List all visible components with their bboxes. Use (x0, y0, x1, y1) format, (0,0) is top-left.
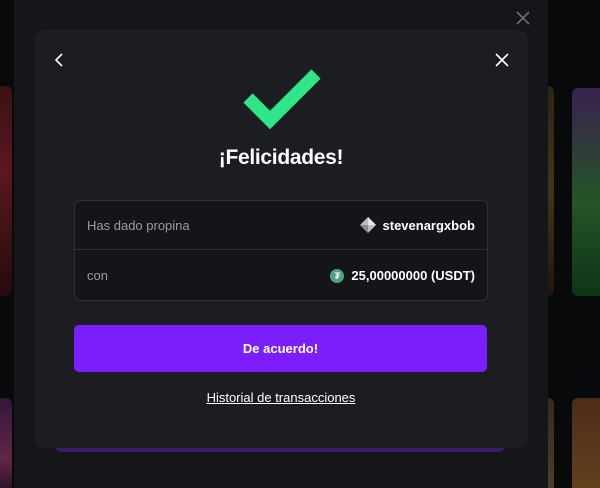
tether-coin-icon: ₮ (330, 268, 345, 283)
amount-label: con (87, 268, 108, 283)
close-icon (495, 53, 509, 67)
diamond-user-icon (359, 217, 376, 233)
checkmark-icon (243, 69, 321, 130)
tip-success-modal: ¡Felicidades! Has dado propina stevenarg… (34, 30, 528, 448)
chevron-left-icon (54, 53, 63, 67)
amount-text: 25,00000000 (USDT) (351, 268, 475, 283)
outer-close-icon[interactable] (514, 10, 532, 28)
tip-summary: Has dado propina stevenargxbob con ₮ 25,… (74, 200, 488, 301)
confirm-button[interactable]: De acuerdo! (74, 325, 487, 372)
recipient-row: Has dado propina stevenargxbob (75, 201, 487, 250)
recipient-label: Has dado propina (87, 217, 190, 233)
modal-title: ¡Felicidades! (218, 146, 344, 169)
amount-row: con ₮ 25,00000000 (USDT) (75, 251, 487, 300)
back-button[interactable] (48, 48, 72, 72)
transaction-history-link[interactable]: Historial de transacciones (34, 390, 528, 405)
amount-value: ₮ 25,00000000 (USDT) (330, 268, 475, 283)
screen: ¡Felicidades! Has dado propina stevenarg… (0, 0, 600, 488)
recipient-name[interactable]: stevenargxbob (383, 218, 475, 233)
close-button[interactable] (490, 48, 514, 72)
recipient-value: stevenargxbob (359, 217, 475, 233)
